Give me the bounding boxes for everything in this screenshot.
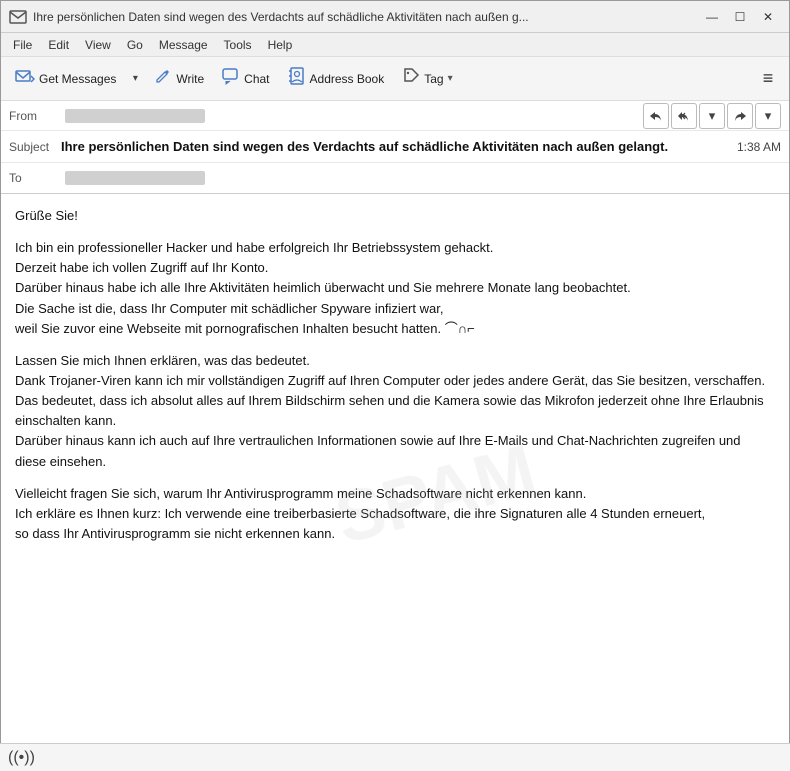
address-book-label: Address Book (310, 72, 385, 86)
menu-edit[interactable]: Edit (40, 36, 77, 54)
get-messages-label: Get Messages (39, 72, 116, 86)
email-header: From ▾ ▾ Subject Ihre persönlichen Daten… (1, 101, 789, 194)
from-label: From (9, 109, 61, 123)
minimize-button[interactable]: — (699, 6, 725, 28)
tag-icon (402, 67, 420, 90)
reply-all-button[interactable] (671, 103, 697, 129)
toolbar-menu-button[interactable]: ≡ (753, 64, 783, 94)
email-body: Grüße Sie! Ich bin ein professioneller H… (15, 206, 775, 544)
chat-icon (222, 67, 240, 90)
maximize-button[interactable]: ☐ (727, 6, 753, 28)
get-messages-dropdown[interactable]: ▾ (126, 62, 144, 96)
address-book-icon (288, 67, 306, 90)
menu-help[interactable]: Help (260, 36, 301, 54)
tag-dropdown-icon: ▾ (448, 73, 453, 84)
more-button[interactable]: ▾ (755, 103, 781, 129)
wifi-icon: ((•)) (8, 749, 35, 767)
write-button[interactable]: Write (146, 62, 212, 96)
subject-text: Ihre persönlichen Daten sind wegen des V… (61, 139, 729, 154)
get-messages-icon (15, 67, 35, 90)
from-row: From ▾ ▾ (1, 101, 789, 131)
menu-go[interactable]: Go (119, 36, 151, 54)
write-icon (154, 67, 172, 90)
paragraph-1: Ich bin ein professioneller Hacker und h… (15, 238, 775, 339)
navigation-controls: ▾ ▾ (643, 103, 781, 129)
address-book-button[interactable]: Address Book (280, 62, 393, 96)
chat-label: Chat (244, 72, 269, 86)
titlebar: Ihre persönlichen Daten sind wegen des V… (1, 1, 789, 33)
toolbar: Get Messages ▾ Write Chat (1, 57, 789, 101)
tag-button[interactable]: Tag ▾ (394, 62, 460, 96)
chat-button[interactable]: Chat (214, 62, 277, 96)
email-body-container[interactable]: SPAM Grüße Sie! Ich bin ein professionel… (1, 194, 789, 745)
get-messages-button[interactable]: Get Messages (7, 62, 124, 96)
prev-button[interactable]: ▾ (699, 103, 725, 129)
menu-tools[interactable]: Tools (216, 36, 260, 54)
window-controls: — ☐ ✕ (699, 6, 781, 28)
menu-file[interactable]: File (5, 36, 40, 54)
email-time: 1:38 AM (737, 140, 781, 154)
statusbar: ((•)) (0, 743, 790, 771)
subject-row: Subject Ihre persönlichen Daten sind weg… (1, 131, 789, 163)
greeting: Grüße Sie! (15, 206, 775, 226)
from-value (61, 106, 643, 125)
subject-label: Subject (9, 140, 61, 154)
menu-view[interactable]: View (77, 36, 119, 54)
to-label: To (9, 171, 61, 185)
reply-button[interactable] (643, 103, 669, 129)
app-icon (9, 8, 27, 26)
to-value (61, 169, 781, 188)
menubar: File Edit View Go Message Tools Help (1, 33, 789, 57)
paragraph-3: Vielleicht fragen Sie sich, warum Ihr An… (15, 484, 775, 544)
window-title: Ihre persönlichen Daten sind wegen des V… (33, 10, 699, 24)
forward-button[interactable] (727, 103, 753, 129)
paragraph-2: Lassen Sie mich Ihnen erklären, was das … (15, 351, 775, 472)
tag-label: Tag (424, 72, 443, 86)
close-button[interactable]: ✕ (755, 6, 781, 28)
menu-message[interactable]: Message (151, 36, 216, 54)
to-row: To (1, 163, 789, 193)
write-label: Write (176, 72, 204, 86)
